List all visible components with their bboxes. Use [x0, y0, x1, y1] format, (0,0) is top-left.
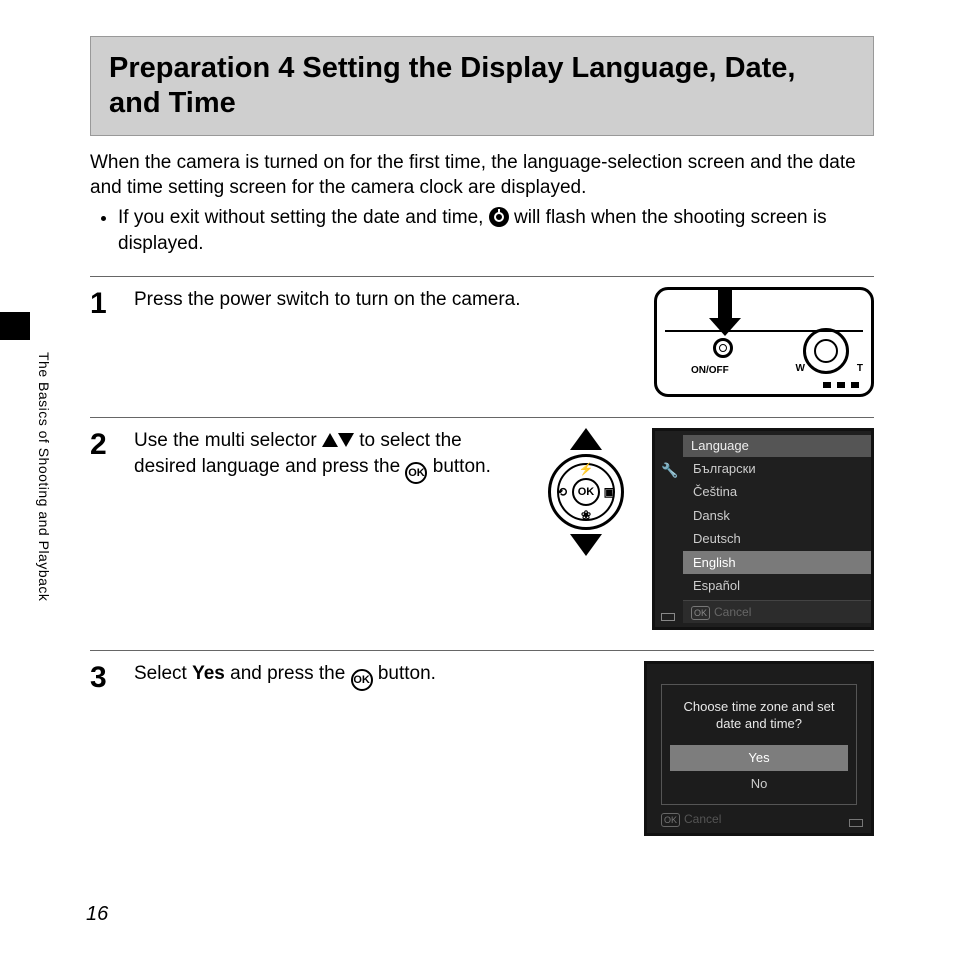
section-marker	[0, 312, 30, 340]
option-yes: Yes	[670, 745, 848, 771]
step-number: 3	[90, 661, 118, 694]
language-option: Dansk	[683, 504, 871, 528]
cancel-bar: OKCancel	[683, 600, 871, 623]
step-1: 1 Press the power switch to turn on the …	[90, 276, 874, 397]
down-arrow-icon	[570, 534, 602, 556]
step-text: Press the power switch to turn on the ca…	[134, 287, 636, 313]
language-screen: 🔧 Language БългарскиČeštinaDanskDeutschE…	[652, 428, 874, 630]
language-option: Español	[683, 574, 871, 598]
language-option: Български	[683, 457, 871, 481]
power-arrow-icon	[713, 290, 737, 336]
option-no: No	[670, 771, 848, 797]
step-number: 2	[90, 428, 118, 461]
step-number: 1	[90, 287, 118, 320]
down-triangle-icon	[338, 433, 354, 447]
ok-button-icon: OK	[351, 669, 373, 691]
step-2: 2 Use the multi selector to select the d…	[90, 417, 874, 630]
up-triangle-icon	[322, 433, 338, 447]
step-3: 3 Select Yes and press the OK button. Ch…	[90, 650, 874, 836]
grip-icon	[823, 382, 859, 388]
language-header: Language	[683, 435, 871, 457]
power-button-icon	[713, 338, 733, 358]
exposure-icon: ▣	[604, 484, 615, 500]
selector-ring-icon: ⚡ ❀ ⟲ ▣ OK	[548, 454, 624, 530]
ok-button-icon: OK	[405, 462, 427, 484]
w-label: W	[796, 362, 805, 376]
intro-block: When the camera is turned on for the fir…	[90, 150, 874, 257]
wrench-icon: 🔧	[661, 461, 678, 480]
intro-bullet: If you exit without setting the date and…	[118, 205, 874, 256]
manual-page: The Basics of Shooting and Playback 16 P…	[0, 0, 954, 954]
language-option: Deutsch	[683, 527, 871, 551]
flash-icon: ⚡	[579, 461, 594, 477]
step-text: Select Yes and press the OK button.	[134, 661, 512, 691]
battery-icon	[849, 819, 863, 827]
section-title-vertical: The Basics of Shooting and Playback	[36, 352, 52, 601]
onoff-label: ON/OFF	[691, 364, 729, 378]
multi-selector-illustration: ⚡ ❀ ⟲ ▣ OK	[538, 428, 634, 556]
language-option: English	[683, 551, 871, 575]
ok-chip-icon: OK	[661, 813, 680, 827]
up-arrow-icon	[570, 428, 602, 450]
step-text: Use the multi selector to select the des…	[134, 428, 520, 484]
macro-icon: ❀	[581, 507, 591, 523]
language-option: Čeština	[683, 480, 871, 504]
ok-chip-icon: OK	[691, 606, 710, 620]
cancel-bar: OKCancel	[661, 805, 857, 827]
ok-center-icon: OK	[572, 478, 600, 506]
page-number: 16	[86, 903, 108, 926]
battery-icon	[661, 613, 675, 621]
confirm-screen: Choose time zone and set date and time? …	[644, 661, 874, 836]
t-label: T	[857, 362, 863, 376]
clock-icon	[489, 207, 509, 227]
intro-paragraph: When the camera is turned on for the fir…	[90, 150, 874, 201]
camera-top-illustration: ON/OFF W T	[654, 287, 874, 397]
page-title: Preparation 4 Setting the Display Langua…	[90, 36, 874, 136]
confirm-message: Choose time zone and set date and time?	[670, 699, 848, 733]
zoom-dial-icon	[803, 328, 849, 374]
timer-icon: ⟲	[557, 484, 567, 500]
